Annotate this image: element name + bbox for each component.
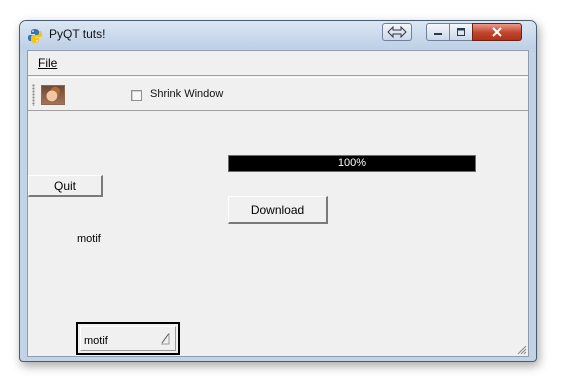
title-bar[interactable]: PyQT tuts! — [20, 21, 536, 49]
main-window: PyQT tuts! File Shrink Window 100% Quit … — [19, 20, 537, 362]
close-icon — [492, 27, 502, 37]
face-photo-icon[interactable] — [41, 85, 65, 105]
double-arrow-icon — [387, 26, 407, 38]
restore-icon — [457, 28, 465, 36]
style-label: motif — [77, 233, 101, 245]
menu-bar: File — [28, 51, 528, 76]
combobox-value: motif — [84, 335, 108, 347]
maximize-button[interactable] — [449, 23, 473, 41]
toolbar: Shrink Window — [28, 77, 528, 111]
close-button[interactable] — [472, 23, 522, 41]
quit-button[interactable]: Quit — [28, 175, 103, 197]
combobox-frame: motif — [80, 326, 176, 351]
minimize-button[interactable] — [426, 23, 450, 41]
style-combobox[interactable]: motif — [76, 322, 180, 355]
shrink-window-label[interactable]: Shrink Window — [150, 88, 223, 100]
resize-button[interactable] — [382, 23, 412, 41]
size-grip-icon[interactable] — [515, 343, 527, 355]
toolbar-grip[interactable] — [32, 84, 35, 106]
menu-file[interactable]: File — [38, 56, 57, 70]
dropdown-arrow-icon[interactable] — [159, 330, 171, 348]
progress-bar: 100% — [228, 155, 476, 172]
progress-text: 100% — [337, 157, 367, 169]
window-client-area: File Shrink Window 100% Quit Download mo… — [27, 50, 529, 357]
shrink-window-checkbox[interactable] — [131, 90, 142, 101]
window-title: PyQT tuts! — [49, 27, 106, 41]
download-button[interactable]: Download — [228, 196, 328, 224]
minimize-icon — [434, 33, 442, 35]
python-icon — [28, 29, 42, 43]
